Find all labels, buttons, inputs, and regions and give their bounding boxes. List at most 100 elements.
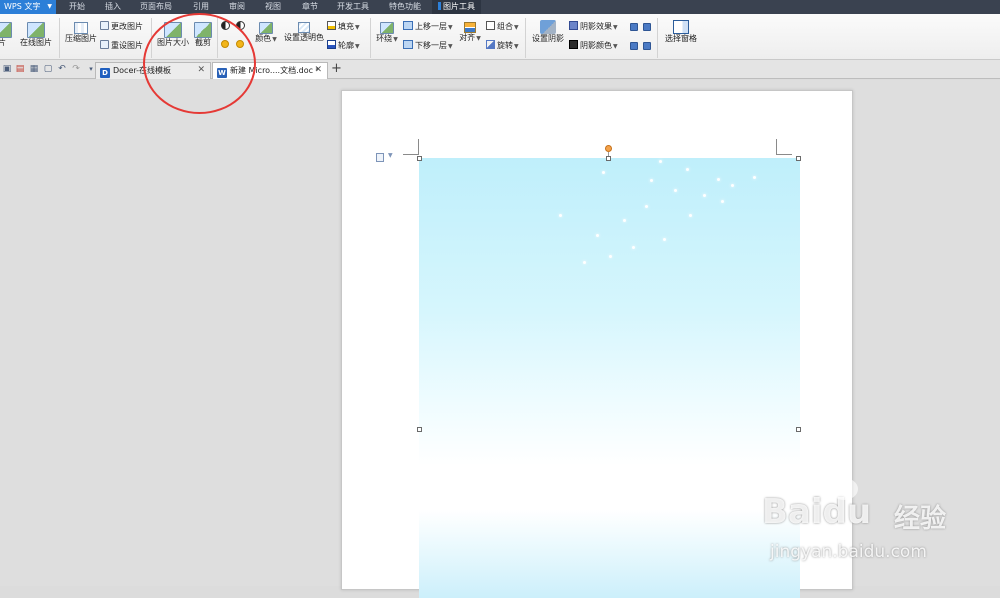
resize-handle-e[interactable] xyxy=(796,427,801,432)
chevron-down-icon: ▼ xyxy=(388,152,393,159)
undo-icon[interactable]: ↶ xyxy=(57,64,67,74)
redo-icon[interactable]: ↷ xyxy=(71,64,81,74)
ribbon-divider xyxy=(59,18,60,58)
sparkle xyxy=(731,184,734,187)
text-wrap-icon xyxy=(380,22,394,34)
save-icon[interactable]: ▣ xyxy=(2,64,12,74)
align-label: 对齐 xyxy=(459,33,476,42)
change-picture-button[interactable]: 更改图片 xyxy=(100,21,143,32)
send-backward-button[interactable]: 下移一层▼ xyxy=(403,40,453,52)
bring-forward-icon xyxy=(403,21,413,30)
docer-icon: D xyxy=(100,68,110,78)
export-pdf-icon[interactable]: ▤ xyxy=(15,64,25,74)
sparkle xyxy=(689,214,692,217)
watermark-brand: Baidu xyxy=(762,492,872,532)
close-icon[interactable]: ✕ xyxy=(314,63,322,78)
sparkle xyxy=(721,200,724,203)
menu-developer[interactable]: 开发工具 xyxy=(337,0,369,14)
sparkle xyxy=(596,234,599,237)
bring-forward-button[interactable]: 上移一层▼ xyxy=(403,21,453,33)
online-picture-button[interactable]: 在线图片 xyxy=(18,22,54,48)
sparkle xyxy=(659,160,662,163)
rotate-button[interactable]: 旋转▼ xyxy=(486,40,519,52)
ribbon-divider xyxy=(657,18,658,58)
sparkle xyxy=(663,238,666,241)
resize-handle-ne[interactable] xyxy=(796,156,801,161)
menu-home[interactable]: 开始 xyxy=(69,0,85,14)
align-button[interactable]: 对齐▼ xyxy=(456,22,484,44)
menu-picture-tools[interactable]: 图片工具 xyxy=(432,0,481,14)
fill-label: 填充 xyxy=(338,22,354,31)
paragraph-layout-icon[interactable] xyxy=(376,153,384,162)
sparkle xyxy=(623,219,626,222)
set-transparent-button[interactable]: 设置透明色 xyxy=(284,22,324,43)
sparkle xyxy=(650,179,653,182)
change-picture-icon xyxy=(100,21,109,30)
group-icon xyxy=(486,21,495,30)
sparkle xyxy=(645,205,648,208)
sparkle xyxy=(686,168,689,171)
ribbon-divider xyxy=(525,18,526,58)
outline-button[interactable]: 轮廓▼ xyxy=(327,40,360,52)
menu-insert[interactable]: 插入 xyxy=(105,0,121,14)
color-label: 颜色 xyxy=(255,34,272,43)
menu-review[interactable]: 审阅 xyxy=(229,0,245,14)
sparkle xyxy=(632,246,635,249)
chevron-down-icon: ▼ xyxy=(514,24,519,31)
menu-bar: WPS 文字 ▼ 开始 插入 页面布局 引用 审阅 视图 章节 开发工具 特色功能… xyxy=(0,0,1000,14)
resize-handle-nw[interactable] xyxy=(417,156,422,161)
reset-picture-button[interactable]: 重设图片 xyxy=(100,40,143,51)
resize-handle-n[interactable] xyxy=(606,156,611,161)
sparkle xyxy=(583,261,586,264)
chevron-down-icon: ▼ xyxy=(355,24,360,31)
paw-logo-icon xyxy=(830,478,858,500)
picture-icon xyxy=(0,22,12,38)
insert-picture-label: 片 xyxy=(0,38,6,47)
sparkle xyxy=(717,178,720,181)
chevron-down-icon: ▼ xyxy=(448,43,453,50)
print-icon[interactable]: ▦ xyxy=(29,64,39,74)
change-picture-label: 更改图片 xyxy=(111,22,143,31)
menu-view[interactable]: 视图 xyxy=(265,0,281,14)
shadow-color-icon xyxy=(569,40,578,49)
outline-pen-icon xyxy=(327,40,336,49)
set-shadow-button[interactable]: 设置阴影 xyxy=(530,20,566,44)
resize-handle-w[interactable] xyxy=(417,427,422,432)
transparent-color-icon xyxy=(298,22,310,33)
outline-label: 轮廓 xyxy=(338,41,354,50)
shadow-color-button[interactable]: 阴影颜色▼ xyxy=(569,40,618,52)
ribbon-divider xyxy=(370,18,371,58)
wrap-button[interactable]: 环绕▼ xyxy=(373,22,401,45)
watermark-suffix: 经验 xyxy=(894,504,947,534)
new-tab-plus-icon[interactable]: + xyxy=(331,62,342,76)
menu-references[interactable]: 引用 xyxy=(193,0,209,14)
sparkle xyxy=(674,189,677,192)
chevron-down-icon: ▼ xyxy=(613,24,618,31)
print-preview-icon[interactable]: ▢ xyxy=(43,64,53,74)
compress-picture-button[interactable]: 压缩图片 xyxy=(63,22,99,44)
shadow-nudge-up-buttons[interactable] xyxy=(630,22,651,32)
menu-special[interactable]: 特色功能 xyxy=(389,0,421,14)
group-button[interactable]: 组合▼ xyxy=(486,21,519,33)
chevron-down-icon: ▼ xyxy=(355,43,360,50)
fill-button[interactable]: 填充▼ xyxy=(327,21,360,33)
rotation-handle[interactable] xyxy=(605,145,612,152)
color-button[interactable]: 颜色▼ xyxy=(254,22,278,45)
chevron-down-icon: ▼ xyxy=(448,24,453,31)
rotate-label: 旋转 xyxy=(497,41,513,50)
compress-picture-icon xyxy=(74,22,88,34)
app-menu-button[interactable]: WPS 文字 ▼ xyxy=(0,0,56,14)
selected-picture[interactable] xyxy=(419,158,800,598)
menu-sections[interactable]: 章节 xyxy=(302,0,318,14)
insert-picture-button[interactable]: 片 xyxy=(0,22,12,48)
menu-page-layout[interactable]: 页面布局 xyxy=(140,0,172,14)
rotate-icon xyxy=(486,40,495,49)
selection-pane-button[interactable]: 选择窗格 xyxy=(663,20,699,44)
set-shadow-label: 设置阴影 xyxy=(532,34,564,43)
chevron-down-icon: ▼ xyxy=(393,36,398,43)
shadow-effect-button[interactable]: 阴影效果▼ xyxy=(569,21,618,33)
shadow-nudge-side-buttons[interactable] xyxy=(630,41,651,51)
align-icon xyxy=(464,22,476,33)
chevron-down-icon: ▼ xyxy=(613,43,618,50)
margin-corner-mark xyxy=(403,139,419,155)
